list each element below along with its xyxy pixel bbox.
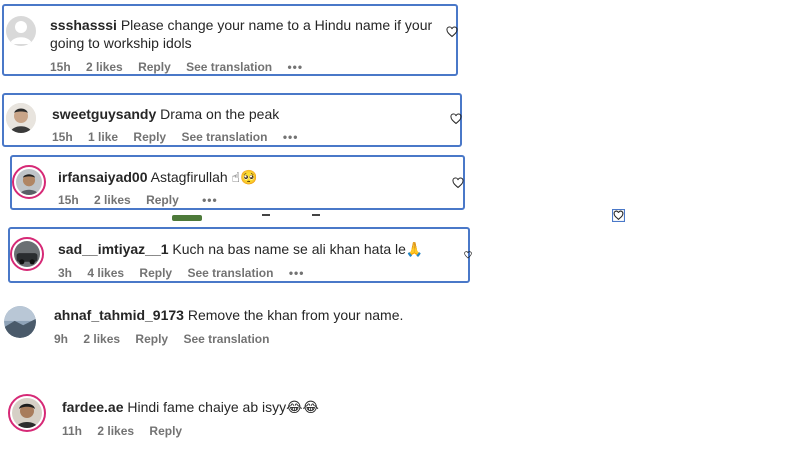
profile-photo bbox=[4, 306, 36, 338]
see-translation-button[interactable]: See translation bbox=[186, 60, 272, 74]
comment-username[interactable]: ahnaf_tahmid_9173 bbox=[54, 307, 184, 323]
heart-icon[interactable] bbox=[450, 113, 462, 125]
heart-icon[interactable] bbox=[452, 177, 464, 189]
see-translation-button[interactable]: See translation bbox=[183, 332, 269, 346]
profile-photo bbox=[6, 103, 36, 133]
heart-icon[interactable] bbox=[464, 249, 472, 261]
more-options-icon[interactable]: ••• bbox=[287, 60, 303, 74]
comment-meta: 15h 2 likes Reply ••• bbox=[58, 193, 230, 207]
avatar[interactable] bbox=[8, 394, 46, 432]
reply-button[interactable]: Reply bbox=[135, 332, 168, 346]
see-translation-button[interactable]: See translation bbox=[187, 266, 273, 280]
avatar[interactable] bbox=[6, 103, 36, 133]
comment-username[interactable]: sad__imtiyaz__1 bbox=[58, 241, 169, 257]
avatar[interactable] bbox=[10, 237, 44, 271]
comment-text: Remove the khan from your name. bbox=[187, 307, 404, 323]
comment-body: fardee.ae Hindi fame chaiye ab isyy😂😂 bbox=[62, 398, 452, 416]
heart-icon[interactable] bbox=[612, 209, 625, 222]
comment-username[interactable]: irfansaiyad00 bbox=[58, 169, 148, 185]
comment-username[interactable]: sweetguysandy bbox=[52, 106, 156, 122]
heart-icon[interactable] bbox=[446, 26, 458, 38]
comment-body: sweetguysandy Drama on the peak bbox=[52, 105, 442, 123]
comment-likes[interactable]: 2 likes bbox=[97, 424, 134, 438]
comment-likes[interactable]: 2 likes bbox=[83, 332, 120, 346]
comment-text: Drama on the peak bbox=[160, 106, 280, 122]
comment-meta: 15h 2 likes Reply See translation ••• bbox=[50, 60, 315, 74]
comment-item: sweetguysandy Drama on the peak 15h 1 li… bbox=[2, 93, 462, 147]
avatar[interactable] bbox=[12, 165, 46, 199]
comment-meta: 15h 1 like Reply See translation ••• bbox=[52, 130, 310, 144]
default-avatar-icon bbox=[10, 21, 32, 44]
more-options-icon[interactable]: ••• bbox=[202, 193, 218, 207]
avatar[interactable] bbox=[4, 306, 36, 338]
comment-meta: 3h 4 likes Reply See translation ••• bbox=[58, 266, 316, 280]
divider-artifact bbox=[312, 214, 320, 216]
comment-text: Hindi fame chaiye ab isyy😂😂 bbox=[127, 399, 319, 415]
reply-button[interactable]: Reply bbox=[138, 60, 171, 74]
see-translation-button[interactable]: See translation bbox=[181, 130, 267, 144]
comment-time: 11h bbox=[62, 424, 83, 438]
comment-item: irfansaiyad00 Astagfirullah ☝🥺 15h 2 lik… bbox=[10, 155, 465, 210]
comment-username[interactable]: fardee.ae bbox=[62, 399, 123, 415]
comment-time: 3h bbox=[58, 266, 73, 280]
reply-button[interactable]: Reply bbox=[139, 266, 172, 280]
comment-item: ssshasssi Please change your name to a H… bbox=[2, 4, 458, 76]
comment-likes[interactable]: 4 likes bbox=[87, 266, 124, 280]
comment-text: Astagfirullah ☝🥺 bbox=[150, 169, 258, 185]
comment-time: 15h bbox=[50, 60, 71, 74]
reply-button[interactable]: Reply bbox=[133, 130, 166, 144]
profile-photo bbox=[16, 169, 42, 195]
comment-time: 15h bbox=[58, 193, 79, 207]
reply-button[interactable]: Reply bbox=[146, 193, 179, 207]
comment-body: irfansaiyad00 Astagfirullah ☝🥺 bbox=[58, 168, 438, 186]
comment-meta: 9h 2 likes Reply See translation bbox=[54, 332, 281, 346]
comment-likes[interactable]: 2 likes bbox=[94, 193, 131, 207]
profile-photo bbox=[14, 241, 40, 267]
profile-photo bbox=[12, 398, 42, 428]
comment-body: ahnaf_tahmid_9173 Remove the khan from y… bbox=[54, 306, 454, 324]
comment-meta: 11h 2 likes Reply bbox=[62, 424, 194, 438]
comment-text: Kuch na bas name se ali khan hata le🙏 bbox=[172, 241, 424, 257]
divider-artifact bbox=[172, 215, 202, 221]
comment-username[interactable]: ssshasssi bbox=[50, 17, 117, 33]
more-options-icon[interactable]: ••• bbox=[283, 130, 299, 144]
comment-item: sad__imtiyaz__1 Kuch na bas name se ali … bbox=[8, 227, 472, 283]
comment-likes[interactable]: 2 likes bbox=[86, 60, 123, 74]
comment-item: ahnaf_tahmid_9173 Remove the khan from y… bbox=[0, 300, 470, 356]
comment-time: 15h bbox=[52, 130, 73, 144]
comment-likes[interactable]: 1 like bbox=[88, 130, 118, 144]
comment-body: ssshasssi Please change your name to a H… bbox=[50, 16, 440, 52]
comment-body: sad__imtiyaz__1 Kuch na bas name se ali … bbox=[58, 240, 448, 258]
reply-button[interactable]: Reply bbox=[149, 424, 182, 438]
avatar[interactable] bbox=[6, 16, 36, 46]
divider-artifact bbox=[262, 214, 270, 216]
comment-time: 9h bbox=[54, 332, 69, 346]
more-options-icon[interactable]: ••• bbox=[289, 266, 305, 280]
comment-item: fardee.ae Hindi fame chaiye ab isyy😂😂 11… bbox=[0, 392, 470, 442]
